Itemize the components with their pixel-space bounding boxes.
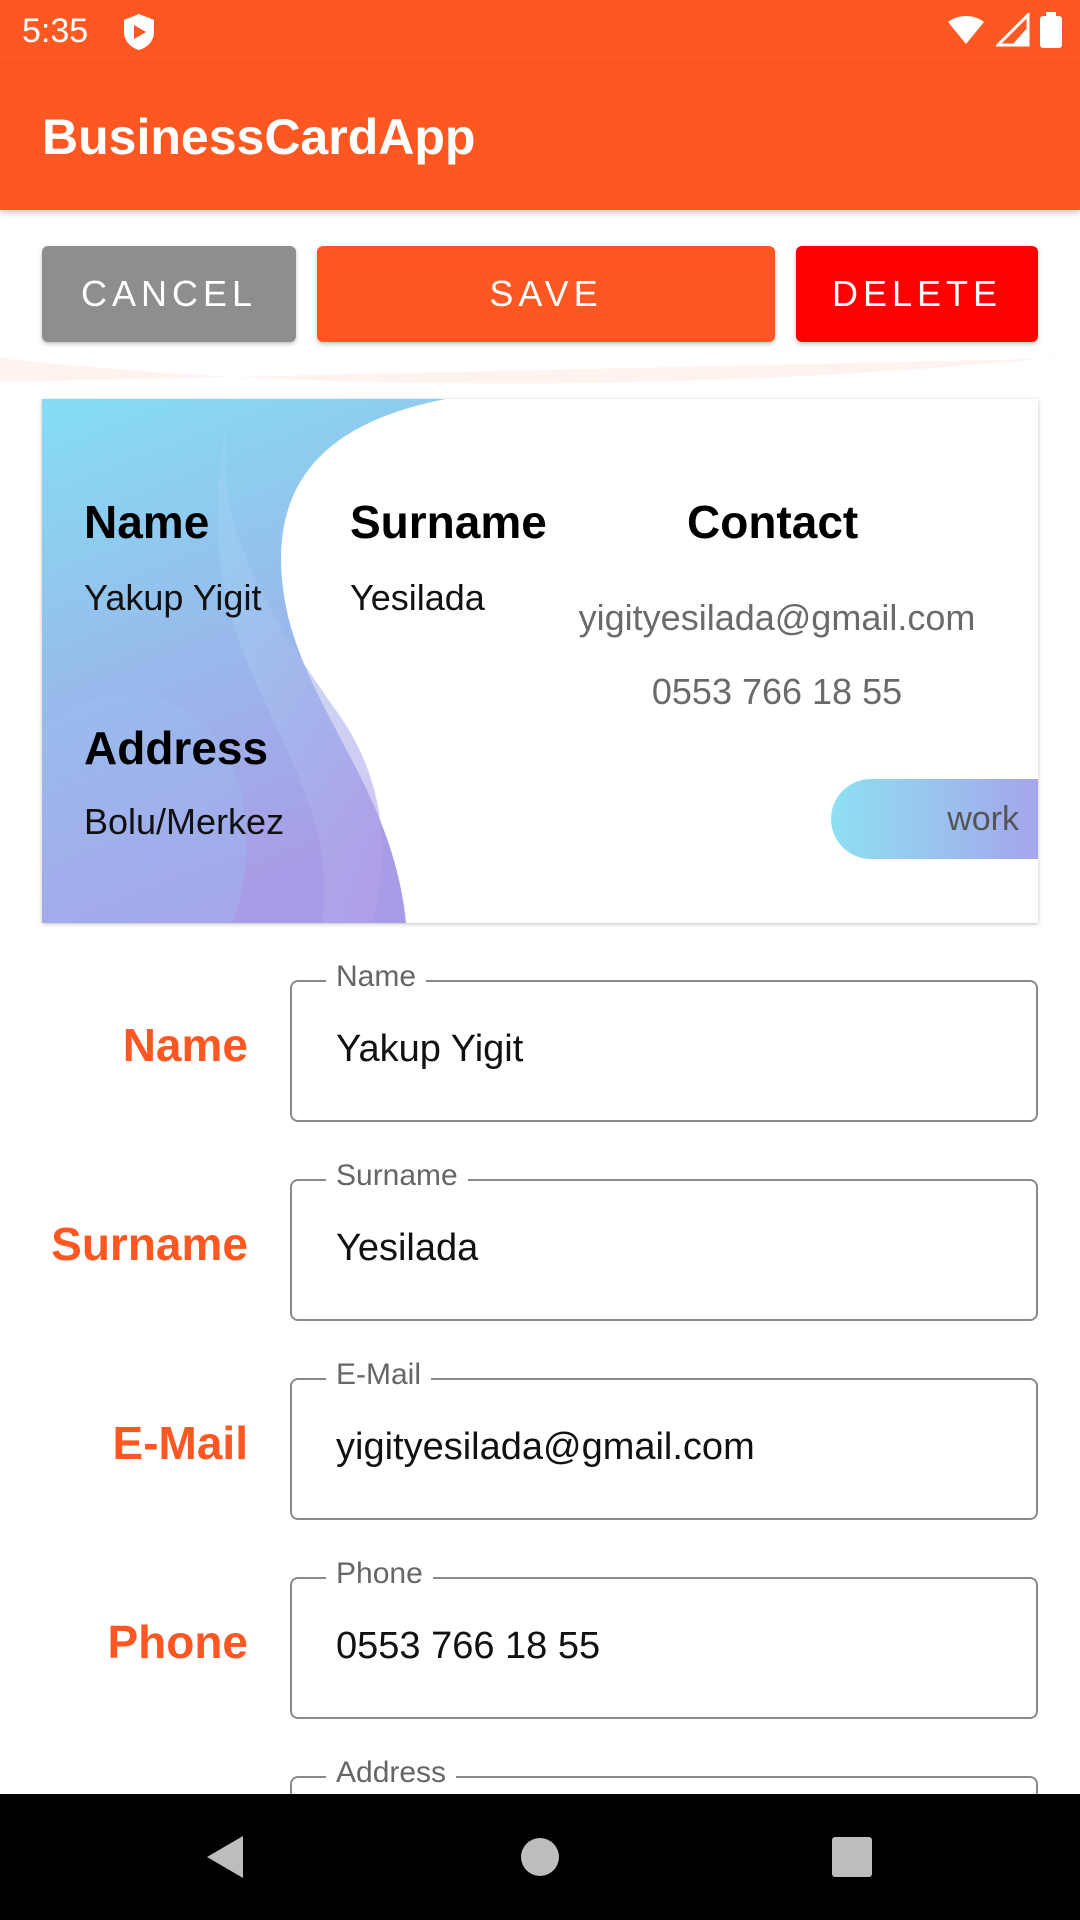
- home-icon[interactable]: [520, 1837, 560, 1877]
- phone-field-value[interactable]: 0553 766 18 55: [336, 1625, 600, 1668]
- surname-field[interactable]: Surname Yesilada: [290, 1159, 1038, 1321]
- name-field[interactable]: Name Yakup Yigit: [290, 960, 1038, 1122]
- card-phone: 0553 766 18 55: [651, 671, 903, 712]
- business-card-preview: Name Yakup Yigit Surname Yesilada Contac…: [42, 399, 1038, 923]
- name-field-value[interactable]: Yakup Yigit: [336, 1028, 523, 1071]
- cancel-button[interactable]: CANCEL: [42, 246, 296, 342]
- card-name-label: Name: [84, 496, 210, 548]
- phone-field-label: Phone: [326, 1557, 433, 1591]
- card-surname-value: Yesilada: [350, 577, 485, 618]
- card-address-label: Address: [84, 722, 269, 774]
- surname-field-value[interactable]: Yesilada: [336, 1227, 478, 1270]
- delete-button[interactable]: DELETE: [796, 246, 1038, 342]
- card-surname-label: Surname: [350, 496, 547, 548]
- phone-row-label: Phone: [107, 1616, 248, 1668]
- address-field-label: Address: [326, 1756, 457, 1790]
- card-email: yigityesilada@gmail.com: [578, 597, 976, 638]
- card-tag: work: [831, 779, 1038, 859]
- decorative-wave: [0, 358, 1080, 384]
- battery-icon: [1040, 12, 1062, 48]
- card-address-value: Bolu/Merkez: [84, 801, 285, 842]
- wifi-icon: [948, 16, 984, 44]
- save-button[interactable]: SAVE: [317, 246, 775, 342]
- recents-icon[interactable]: [832, 1837, 872, 1877]
- email-field-value[interactable]: yigityesilada@gmail.com: [336, 1426, 755, 1469]
- surname-row-label: Surname: [51, 1218, 248, 1270]
- status-bar: 5:35: [0, 0, 1080, 64]
- name-row-label: Name: [122, 1019, 248, 1071]
- shield-icon: [124, 14, 154, 50]
- status-time: 5:35: [22, 12, 89, 50]
- app-bar: BusinessCardApp: [0, 64, 1080, 210]
- card-contact-label: Contact: [687, 496, 859, 548]
- phone-field[interactable]: Phone 0553 766 18 55: [290, 1557, 1038, 1719]
- back-icon[interactable]: [205, 1834, 245, 1880]
- email-field-label: E-Mail: [326, 1358, 432, 1392]
- signal-icon: [996, 13, 1030, 47]
- name-field-label: Name: [326, 960, 427, 994]
- email-row-label: E-Mail: [112, 1417, 248, 1469]
- card-name-value: Yakup Yigit: [84, 577, 262, 618]
- surname-field-label: Surname: [326, 1159, 468, 1193]
- system-navigation-bar: [0, 1794, 1080, 1920]
- app-title: BusinessCardApp: [42, 109, 476, 165]
- email-field[interactable]: E-Mail yigityesilada@gmail.com: [290, 1358, 1038, 1520]
